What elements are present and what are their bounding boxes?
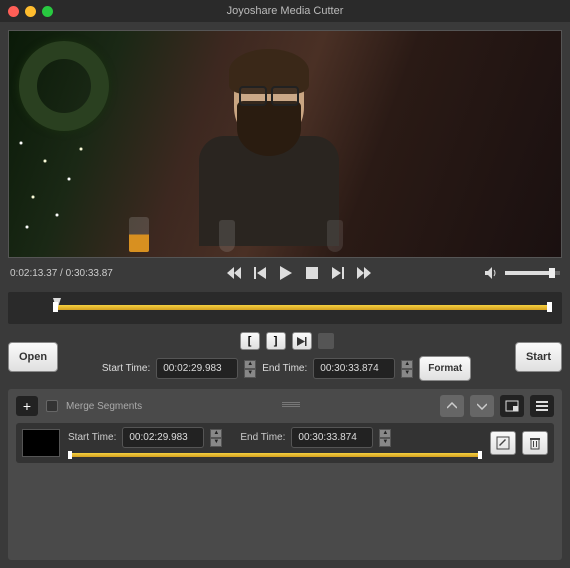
bracket-row: [ ] (240, 332, 334, 350)
segments-header: + Merge Segments (16, 395, 554, 417)
segment-start-spinner: ▲ ▼ (210, 429, 222, 447)
start-button[interactable]: Start (515, 342, 562, 372)
rewind-button[interactable] (225, 264, 243, 282)
segments-panel: + Merge Segments Start Time: (8, 389, 562, 560)
play-segment-button[interactable] (292, 332, 312, 350)
trim-handle-start[interactable] (53, 302, 58, 312)
merge-segments-checkbox[interactable] (46, 400, 58, 412)
main-controls: Open [ ] Start Time: ▲ ▼ End Time: ▲ ▼ (0, 328, 570, 389)
start-time-input[interactable] (156, 358, 238, 379)
frame-back-button[interactable] (251, 264, 269, 282)
end-time-input[interactable] (313, 358, 395, 379)
set-start-bracket-button[interactable]: [ (240, 332, 260, 350)
list-mode-button[interactable] (530, 395, 554, 417)
fast-forward-button[interactable] (355, 264, 373, 282)
timeline[interactable] (18, 300, 552, 314)
segment-end-label: End Time: (240, 432, 285, 443)
segment-trim-end[interactable] (478, 451, 482, 459)
segment-timeline[interactable] (68, 453, 482, 457)
stop-button[interactable] (303, 264, 321, 282)
add-segment-button[interactable]: + (16, 396, 38, 416)
stop-segment-indicator (318, 333, 334, 349)
volume-control (485, 267, 560, 279)
segment-start-input[interactable] (122, 427, 204, 448)
window-title: Joyoshare Media Cutter (0, 5, 570, 17)
merge-segments-label: Merge Segments (66, 401, 142, 412)
segment-end-spinner: ▲ ▼ (379, 429, 391, 447)
volume-slider[interactable] (505, 271, 560, 275)
end-time-label: End Time: (262, 363, 307, 374)
video-preview[interactable] (8, 30, 562, 258)
segment-start-up[interactable]: ▲ (210, 429, 222, 438)
end-time-spinner: ▲ ▼ (401, 360, 413, 378)
app-window: Joyoshare Media Cutter 0:02:13.37 / 0:30… (0, 0, 570, 568)
center-controls: [ ] Start Time: ▲ ▼ End Time: ▲ ▼ Format (66, 332, 507, 381)
play-button[interactable] (277, 264, 295, 282)
playback-bar: 0:02:13.37 / 0:30:33.87 (0, 258, 570, 288)
trim-handle-end[interactable] (547, 302, 552, 312)
segment-row[interactable]: Start Time: ▲ ▼ End Time: ▲ ▼ (16, 423, 554, 463)
frame-forward-button[interactable] (329, 264, 347, 282)
start-time-down[interactable]: ▼ (244, 369, 256, 378)
set-end-bracket-button[interactable]: ] (266, 332, 286, 350)
delete-segment-button[interactable] (522, 431, 548, 455)
trim-time-row: Start Time: ▲ ▼ End Time: ▲ ▼ Format (102, 356, 471, 381)
time-display: 0:02:13.37 / 0:30:33.87 (10, 268, 113, 279)
start-time-label: Start Time: (102, 363, 150, 374)
collapse-down-button[interactable] (470, 395, 494, 417)
segment-trim-start[interactable] (68, 451, 72, 459)
edit-segment-button[interactable] (490, 431, 516, 455)
segment-times: Start Time: ▲ ▼ End Time: ▲ ▼ (68, 427, 482, 448)
end-time-up[interactable]: ▲ (401, 360, 413, 369)
segment-end-down[interactable]: ▼ (379, 438, 391, 447)
panel-grip[interactable] (282, 402, 300, 410)
segment-start-down[interactable]: ▼ (210, 438, 222, 447)
preview-mode-button[interactable] (500, 395, 524, 417)
segment-content: Start Time: ▲ ▼ End Time: ▲ ▼ (68, 427, 482, 459)
open-button[interactable]: Open (8, 342, 58, 372)
titlebar: Joyoshare Media Cutter (0, 0, 570, 22)
start-time-spinner: ▲ ▼ (244, 360, 256, 378)
segment-end-up[interactable]: ▲ (379, 429, 391, 438)
timeline-strip (8, 292, 562, 324)
segment-start-label: Start Time: (68, 432, 116, 443)
segments-header-right (440, 395, 554, 417)
video-frame (9, 31, 561, 257)
volume-icon[interactable] (485, 267, 499, 279)
playback-controls (113, 264, 485, 282)
segment-end-input[interactable] (291, 427, 373, 448)
end-time-down[interactable]: ▼ (401, 369, 413, 378)
segment-thumbnail (22, 429, 60, 457)
start-time-up[interactable]: ▲ (244, 360, 256, 369)
segment-actions (490, 431, 548, 455)
collapse-up-button[interactable] (440, 395, 464, 417)
format-button[interactable]: Format (419, 356, 471, 381)
